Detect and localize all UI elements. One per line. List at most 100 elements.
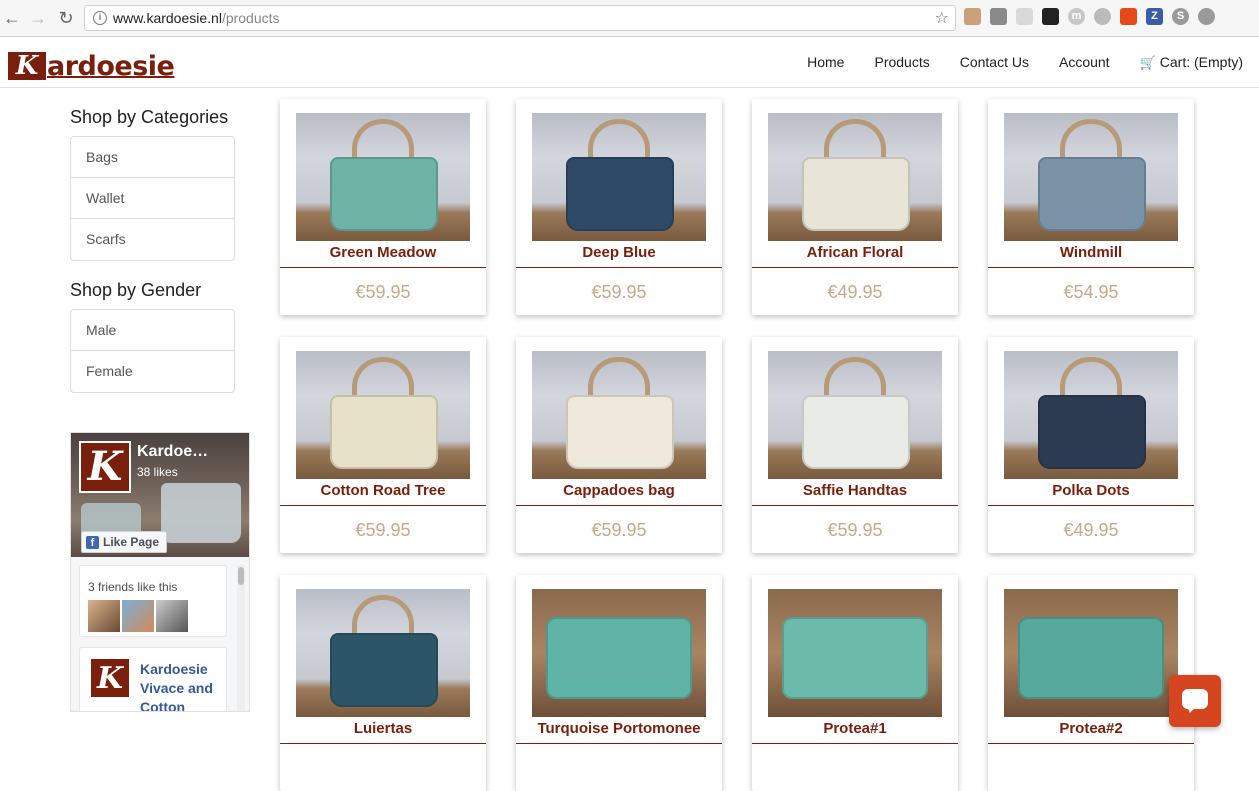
bookmark-star-icon[interactable]: ☆: [935, 8, 949, 28]
product-name[interactable]: African Floral: [752, 244, 958, 261]
gender-list: Male Female: [70, 309, 235, 393]
chat-button[interactable]: [1169, 675, 1221, 727]
product-divider: [752, 267, 958, 268]
categories-list: Bags Wallet Scarfs: [70, 136, 235, 261]
extension-icon[interactable]: [990, 8, 1007, 25]
facebook-friend-faces: [88, 600, 188, 632]
zotero-icon[interactable]: Z: [1146, 8, 1163, 25]
product-card[interactable]: Polka Dots €49.95: [988, 337, 1194, 553]
nav-home[interactable]: Home: [807, 54, 844, 71]
product-card[interactable]: Green Meadow €59.95: [280, 99, 486, 315]
product-name[interactable]: Cappadoes bag: [516, 482, 722, 499]
product-name[interactable]: Luiertas: [280, 720, 486, 737]
product-image[interactable]: [1004, 589, 1178, 717]
extension-icon[interactable]: S: [1172, 8, 1189, 25]
product-image[interactable]: [532, 589, 706, 717]
office-icon[interactable]: [1120, 8, 1137, 25]
extension-icon[interactable]: [1016, 8, 1033, 25]
product-name[interactable]: Deep Blue: [516, 244, 722, 261]
facebook-friends-box: 3 friends like this: [79, 565, 227, 637]
product-card[interactable]: African Floral €49.95: [752, 99, 958, 315]
product-image[interactable]: [768, 589, 942, 717]
product-name[interactable]: Saffie Handtas: [752, 482, 958, 499]
product-card[interactable]: Luiertas: [280, 575, 486, 791]
product-image[interactable]: [768, 351, 942, 479]
product-price: €54.95: [1063, 282, 1119, 302]
product-card[interactable]: Protea#2: [988, 575, 1194, 791]
logo-mark: K: [8, 52, 46, 80]
gender-male[interactable]: Male: [71, 310, 234, 351]
main-nav: Home Products Contact Us Account 🛒 Cart: …: [777, 54, 1243, 71]
facebook-post-author[interactable]: Kardoesie Vivace and Cotton: [140, 660, 224, 711]
product-name[interactable]: Protea#2: [988, 720, 1194, 737]
extension-icon[interactable]: [1042, 8, 1059, 25]
nav-products[interactable]: Products: [874, 54, 929, 71]
product-card[interactable]: Deep Blue €59.95: [516, 99, 722, 315]
product-image[interactable]: [532, 113, 706, 241]
facebook-scrollbar[interactable]: [237, 565, 245, 711]
nav-contact-us[interactable]: Contact Us: [960, 54, 1029, 71]
product-image[interactable]: [768, 113, 942, 241]
extensions-bar: m Z S: [964, 8, 1215, 28]
product-price: €59.95: [591, 282, 647, 302]
forward-arrow-icon[interactable]: →: [28, 8, 48, 28]
product-card[interactable]: Cappadoes bag €59.95: [516, 337, 722, 553]
product-divider: [516, 267, 722, 268]
extension-icon[interactable]: m: [1068, 8, 1085, 25]
product-card[interactable]: Protea#1: [752, 575, 958, 791]
sync-icon[interactable]: [1198, 8, 1215, 25]
product-image[interactable]: [1004, 351, 1178, 479]
product-divider: [752, 743, 958, 744]
product-price: €59.95: [591, 520, 647, 540]
product-image[interactable]: [1004, 113, 1178, 241]
product-divider: [752, 505, 958, 506]
extension-icon[interactable]: [1094, 8, 1111, 25]
product-name[interactable]: Green Meadow: [280, 244, 486, 261]
product-image[interactable]: [296, 589, 470, 717]
url-text: www.kardoesie.nl/products: [113, 10, 280, 26]
facebook-page-name[interactable]: Kardoe…: [137, 443, 208, 461]
product-divider: [988, 743, 1194, 744]
browser-toolbar: ← → ↻ i www.kardoesie.nl/products ☆ m Z …: [0, 0, 1259, 37]
product-image[interactable]: [296, 351, 470, 479]
product-divider: [516, 505, 722, 506]
friend-avatar[interactable]: [122, 600, 154, 632]
product-image[interactable]: [296, 113, 470, 241]
product-divider: [988, 267, 1194, 268]
product-name[interactable]: Polka Dots: [988, 482, 1194, 499]
product-card[interactable]: Cotton Road Tree €59.95: [280, 337, 486, 553]
facebook-post: K Kardoesie Vivace and Cotton: [79, 647, 227, 711]
product-name[interactable]: Windmill: [988, 244, 1194, 261]
product-name[interactable]: Cotton Road Tree: [280, 482, 486, 499]
category-scarfs[interactable]: Scarfs: [71, 219, 234, 260]
product-card[interactable]: Windmill €54.95: [988, 99, 1194, 315]
facebook-page-avatar[interactable]: K: [79, 441, 131, 493]
product-card[interactable]: Saffie Handtas €59.95: [752, 337, 958, 553]
friend-avatar[interactable]: [156, 600, 188, 632]
product-price: €49.95: [1063, 520, 1119, 540]
facebook-page-widget: K Kardoe… 38 likes f Like Page 3 friends …: [70, 432, 250, 712]
cart-icon: 🛒: [1139, 55, 1156, 70]
info-icon[interactable]: i: [93, 11, 107, 25]
product-image[interactable]: [532, 351, 706, 479]
back-arrow-icon[interactable]: ←: [2, 8, 22, 28]
product-price: €59.95: [355, 520, 411, 540]
product-card[interactable]: Turquoise Portomonee: [516, 575, 722, 791]
facebook-post-avatar[interactable]: K: [90, 658, 130, 698]
product-name[interactable]: Turquoise Portomonee: [516, 720, 722, 737]
product-name[interactable]: Protea#1: [752, 720, 958, 737]
reload-icon[interactable]: ↻: [56, 8, 76, 28]
facebook-icon: f: [86, 535, 99, 549]
facebook-like-button[interactable]: f Like Page: [81, 531, 168, 553]
friend-avatar[interactable]: [88, 600, 120, 632]
product-price: €59.95: [827, 520, 883, 540]
site-logo[interactable]: K ardoesie: [8, 51, 175, 82]
nav-account[interactable]: Account: [1059, 54, 1110, 71]
address-bar[interactable]: i www.kardoesie.nl/products ☆: [84, 5, 956, 31]
category-bags[interactable]: Bags: [71, 137, 234, 178]
nav-cart[interactable]: 🛒 Cart: (Empty): [1140, 54, 1243, 71]
category-wallet[interactable]: Wallet: [71, 178, 234, 219]
product-divider: [280, 743, 486, 744]
extension-icon[interactable]: [964, 8, 981, 25]
gender-female[interactable]: Female: [71, 351, 234, 392]
